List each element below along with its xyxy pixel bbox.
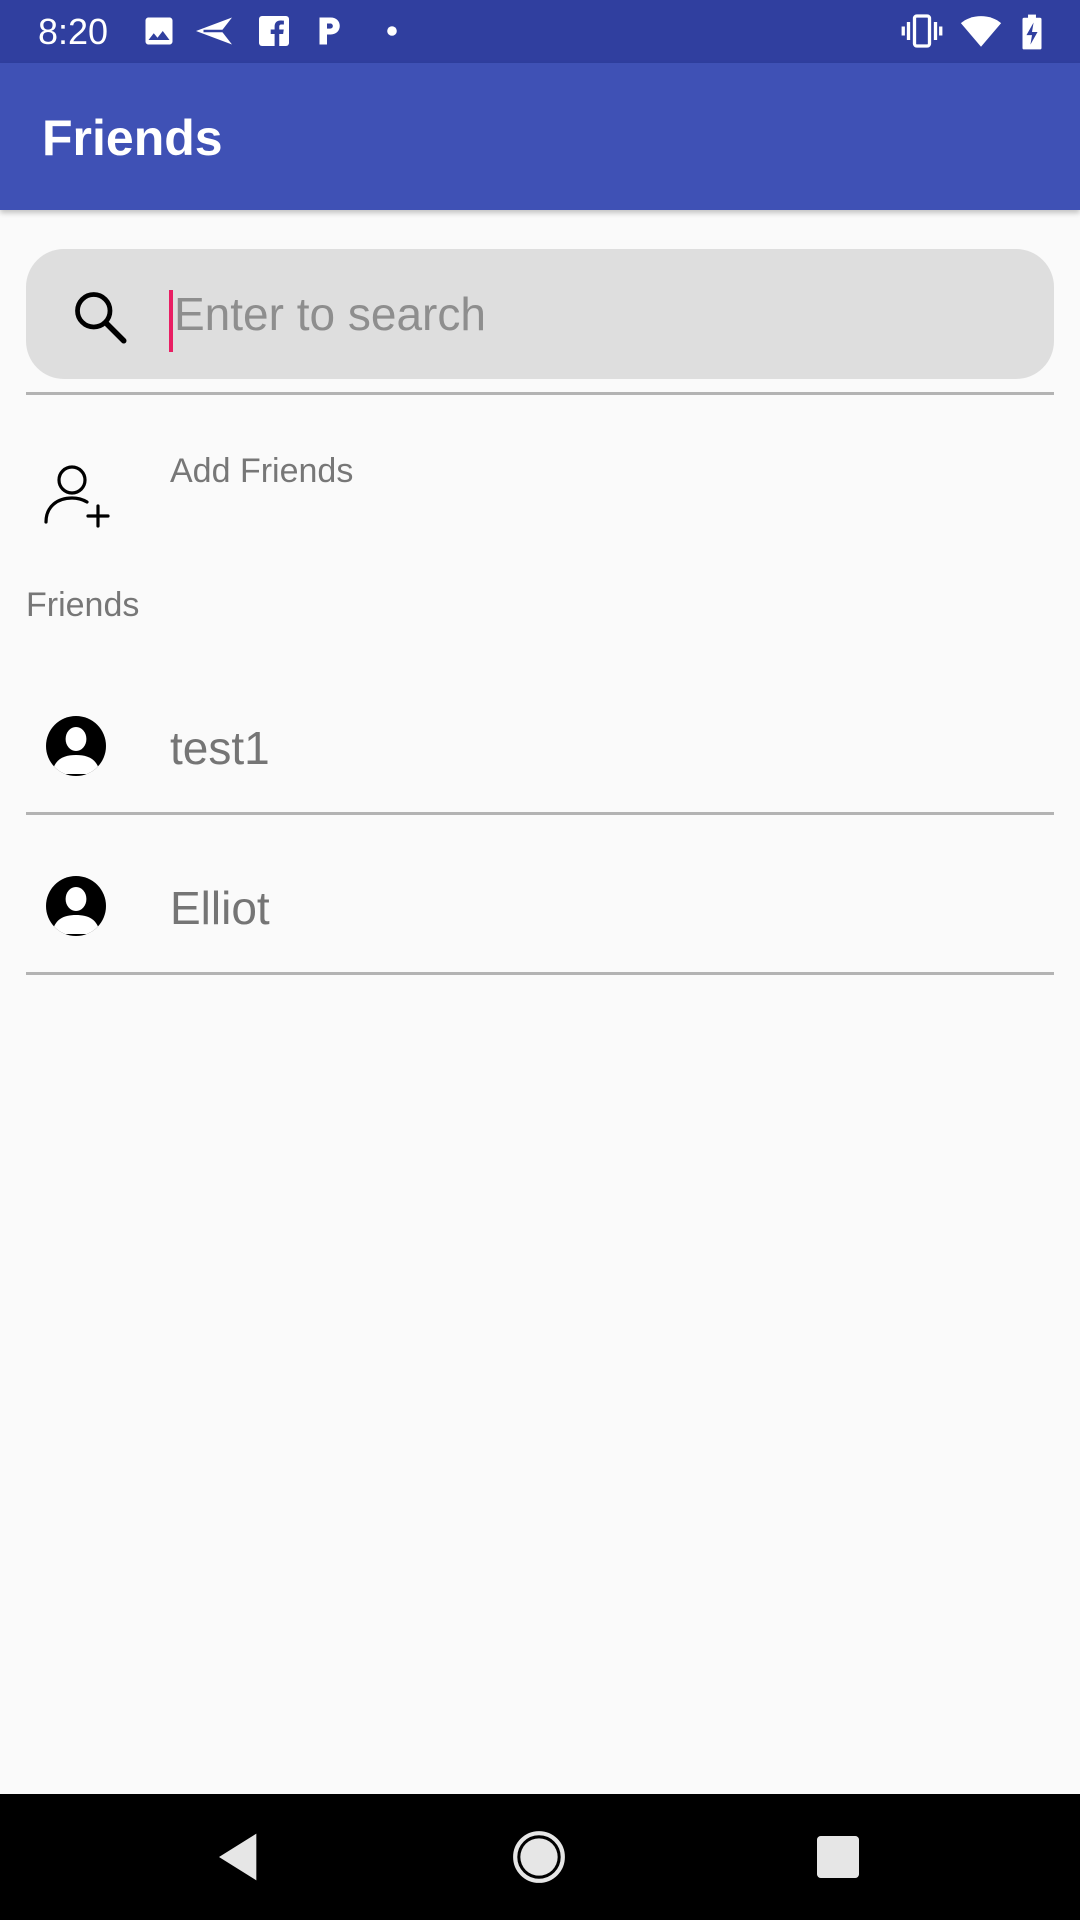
search-box[interactable] bbox=[26, 249, 1054, 379]
status-bar: 8:20 bbox=[0, 0, 1080, 63]
notification-dot-icon bbox=[380, 13, 416, 49]
list-divider bbox=[26, 812, 1054, 815]
account-circle-icon bbox=[44, 714, 108, 778]
send-icon bbox=[194, 13, 232, 49]
image-icon bbox=[141, 13, 177, 49]
add-friends-button[interactable]: Add Friends bbox=[0, 420, 1080, 540]
add-friends-label: Add Friends bbox=[170, 452, 354, 490]
account-circle-icon bbox=[44, 874, 108, 938]
facebook-icon bbox=[256, 13, 292, 49]
page-title: Friends bbox=[42, 110, 223, 166]
friend-row[interactable]: Elliot bbox=[0, 828, 1080, 988]
status-time: 8:20 bbox=[38, 11, 109, 52]
back-icon[interactable] bbox=[212, 1829, 268, 1885]
app-bar: Friends bbox=[0, 63, 1080, 210]
search-divider bbox=[26, 392, 1054, 395]
add-person-icon bbox=[40, 458, 112, 530]
battery-charging-icon bbox=[1020, 13, 1056, 50]
search-input[interactable] bbox=[168, 279, 1034, 349]
friend-name: test1 bbox=[170, 722, 270, 774]
search-icon[interactable] bbox=[70, 287, 130, 347]
recents-icon[interactable] bbox=[810, 1829, 866, 1885]
friend-name: Elliot bbox=[170, 882, 270, 934]
navigation-bar bbox=[0, 1794, 1080, 1920]
home-icon[interactable] bbox=[511, 1829, 567, 1885]
text-caret bbox=[169, 290, 173, 352]
wifi-icon bbox=[960, 13, 1002, 49]
friends-section-header: Friends bbox=[26, 586, 140, 624]
friend-row[interactable]: test1 bbox=[0, 668, 1080, 828]
pandora-icon bbox=[312, 13, 348, 49]
vibrate-icon bbox=[900, 13, 943, 49]
list-divider bbox=[26, 972, 1054, 975]
